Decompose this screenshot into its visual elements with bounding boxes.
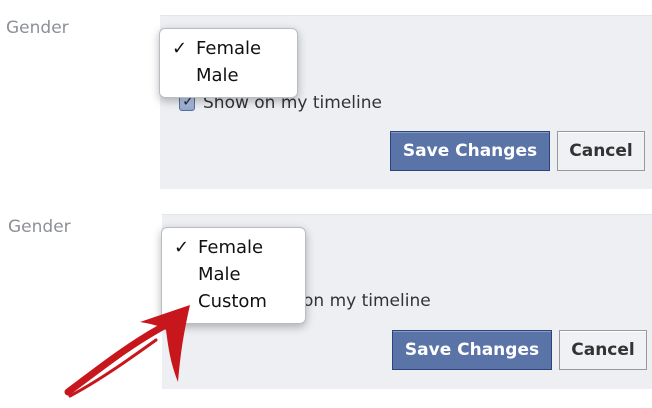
red-arrow-icon (64, 305, 190, 398)
